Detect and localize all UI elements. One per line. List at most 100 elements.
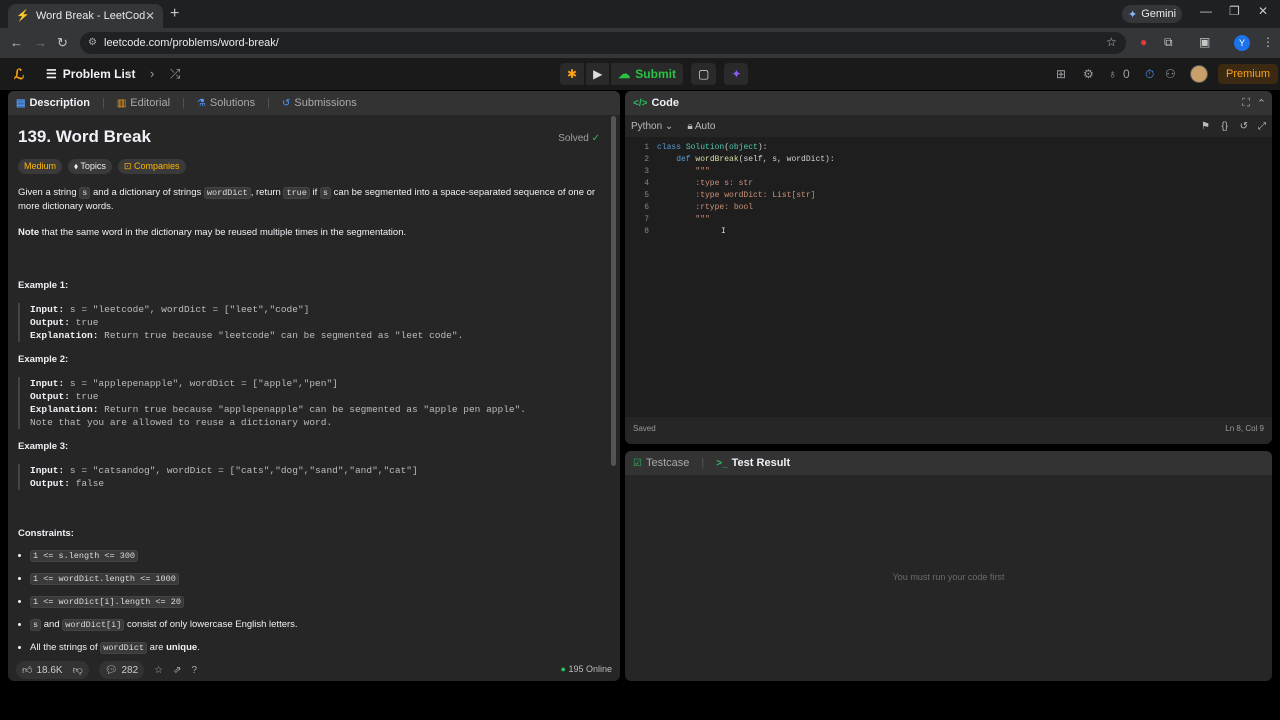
submit-button[interactable]: ☁ Submit <box>611 63 683 85</box>
run-button[interactable]: ▶ <box>586 63 610 85</box>
problem-title[interactable]: 139. Word Break <box>18 127 604 147</box>
input-label: Input: <box>30 378 65 389</box>
constraints-list: 1 <= s.length <= 300 1 <= wordDict.lengt… <box>18 549 604 655</box>
solved-label: Solved <box>558 133 589 144</box>
browser-tabbar: ⚡ Word Break - LeetCode ✕ + ✦ Gemini — ❐… <box>0 0 1280 28</box>
description-tabs: ▤ Description | ▥ Editorial | ⚗ Solution… <box>8 91 620 115</box>
reset-icon[interactable]: ↺ <box>1240 121 1248 132</box>
line-number: 7 <box>644 215 649 224</box>
leetcode-logo-icon[interactable]: ℒ <box>14 66 28 82</box>
companies-button[interactable]: ⊡ Companies <box>117 159 186 174</box>
tab-label: Description <box>29 97 90 109</box>
minimize-icon[interactable]: — <box>1200 4 1212 18</box>
inline-code: wordDict <box>203 187 251 199</box>
line-number: 4 <box>644 179 649 188</box>
topics-button[interactable]: ⬧ Topics <box>68 159 112 174</box>
gemini-button[interactable]: ✦ Gemini <box>1122 5 1183 23</box>
ai-assist-button[interactable]: ✦ <box>724 63 749 85</box>
test-tabs: ☑ Testcase | >_ Test Result <box>625 451 1272 475</box>
example-explanation: Return true because "leetcode" can be se… <box>104 330 464 341</box>
invite-user-icon[interactable]: ⚇ <box>1165 67 1176 81</box>
share-icon[interactable]: ⇗ <box>173 665 181 676</box>
online-count: ● 195 Online <box>561 664 612 674</box>
tab-testcase[interactable]: ☑ Testcase <box>633 457 689 469</box>
thumbs-down-icon[interactable]: 👎︎ <box>73 664 83 676</box>
user-avatar[interactable] <box>1190 65 1208 83</box>
language-select[interactable]: Python ⌄ <box>631 121 673 132</box>
browser-menu-icon[interactable]: ⋮ <box>1262 35 1274 49</box>
fullscreen-icon[interactable]: ⤢ <box>1258 121 1266 132</box>
bookmark-star-icon[interactable]: ☆ <box>1106 35 1117 49</box>
example-output: false <box>75 478 105 489</box>
solved-badge: Solved ✓ <box>558 133 600 144</box>
timer-icon[interactable]: ⏱ <box>1145 67 1154 82</box>
close-tab-icon[interactable]: ✕ <box>145 9 155 23</box>
description-scrollbar[interactable] <box>611 116 616 466</box>
code-area[interactable]: 1 class Solution(object): 2 def wordBrea… <box>625 137 1272 417</box>
tab-test-result[interactable]: >_ Test Result <box>716 457 790 469</box>
profile-avatar[interactable]: Y <box>1234 35 1250 51</box>
close-window-icon[interactable]: ✕ <box>1258 4 1268 18</box>
description-panel: ▤ Description | ▥ Editorial | ⚗ Solution… <box>8 91 620 681</box>
browser-tab[interactable]: ⚡ Word Break - LeetCode ✕ <box>8 4 163 28</box>
forward-icon[interactable]: → <box>34 35 47 50</box>
help-icon[interactable]: ? <box>192 665 198 676</box>
example-heading: Example 1: <box>18 280 69 291</box>
code-line: :type s: str <box>657 179 754 188</box>
tab-editorial[interactable]: ▥ Editorial <box>117 97 170 109</box>
back-icon[interactable]: ← <box>10 35 23 50</box>
extensions-puzzle-icon[interactable]: ⧉ <box>1164 35 1173 50</box>
tab-solutions[interactable]: ⚗ Solutions <box>197 97 255 109</box>
debug-button[interactable]: ✱ <box>560 63 585 85</box>
inline-code: s <box>30 619 42 631</box>
extension-icon[interactable]: ● <box>1140 35 1147 49</box>
problem-list-button[interactable]: ☰ Problem List <box>46 67 135 81</box>
tab-divider: | <box>101 97 105 109</box>
submit-label: Submit <box>635 67 676 81</box>
lock-icon: 🔒︎ <box>687 120 693 132</box>
prev-problem-icon[interactable]: ‹ <box>127 66 131 81</box>
gemini-icon: ✦ <box>1128 8 1138 21</box>
constraint-item: 1 <= wordDict.length <= 1000 <box>30 572 604 586</box>
address-bar[interactable]: ⚙ leetcode.com/problems/word-break/ <box>80 32 1126 54</box>
tab-description[interactable]: ▤ Description <box>16 97 90 109</box>
tab-submissions[interactable]: ↺ Submissions <box>282 97 357 109</box>
example-input: s = "applepenapple", wordDict = ["apple"… <box>69 378 338 389</box>
auto-mode[interactable]: 🔒︎ Auto <box>687 121 715 132</box>
format-braces-icon[interactable]: {} <box>1221 121 1228 132</box>
streak-fire-icon[interactable]: ♁ <box>1108 67 1117 81</box>
constraints-heading: Constraints: <box>18 528 74 539</box>
layout-icon[interactable]: ⊞ <box>1056 67 1066 81</box>
bookmark-icon[interactable]: ⚑ <box>1201 121 1210 132</box>
example-heading: Example 2: <box>18 354 69 365</box>
browser-toolbar: ← → ↻ ⚙ leetcode.com/problems/word-break… <box>0 28 1280 58</box>
text-cursor-icon: I <box>721 227 726 236</box>
star-icon[interactable]: ☆ <box>154 665 163 676</box>
expand-icon[interactable]: ⛶ <box>1242 97 1250 110</box>
reload-icon[interactable]: ↻ <box>57 35 68 51</box>
random-problem-icon[interactable]: ⤮ <box>170 66 180 82</box>
notes-button[interactable]: ▢ <box>690 63 717 85</box>
next-problem-icon[interactable]: › <box>150 66 154 81</box>
new-tab-icon[interactable]: + <box>170 5 179 23</box>
tab-divider: | <box>182 97 185 109</box>
test-result-body: You must run your code first <box>625 475 1272 678</box>
site-info-icon[interactable]: ⚙ <box>88 37 97 48</box>
line-number: 3 <box>644 167 649 176</box>
tab-search-icon[interactable]: ▣ <box>1199 35 1210 49</box>
text: are <box>147 642 167 653</box>
inline-code: s <box>319 187 332 199</box>
maximize-icon[interactable]: ❐ <box>1229 4 1240 18</box>
tab-code[interactable]: </> Code <box>633 97 679 109</box>
mode-label: Auto <box>694 120 716 132</box>
inline-code: 1 <= wordDict.length <= 1000 <box>30 573 179 585</box>
like-button[interactable]: 👍︎ 18.6K 👎︎ <box>16 661 89 679</box>
lock-icon: ⊡ <box>123 161 134 171</box>
cursor-position: Ln 8, Col 9 <box>1225 424 1264 433</box>
text: if <box>309 187 320 198</box>
settings-gear-icon[interactable]: ⚙ <box>1083 67 1094 81</box>
premium-button[interactable]: Premium <box>1218 64 1279 84</box>
collapse-icon[interactable]: ⌃ <box>1257 97 1266 110</box>
example-output: true <box>75 317 99 328</box>
comments-button[interactable]: 💬︎ 282 <box>98 661 145 679</box>
